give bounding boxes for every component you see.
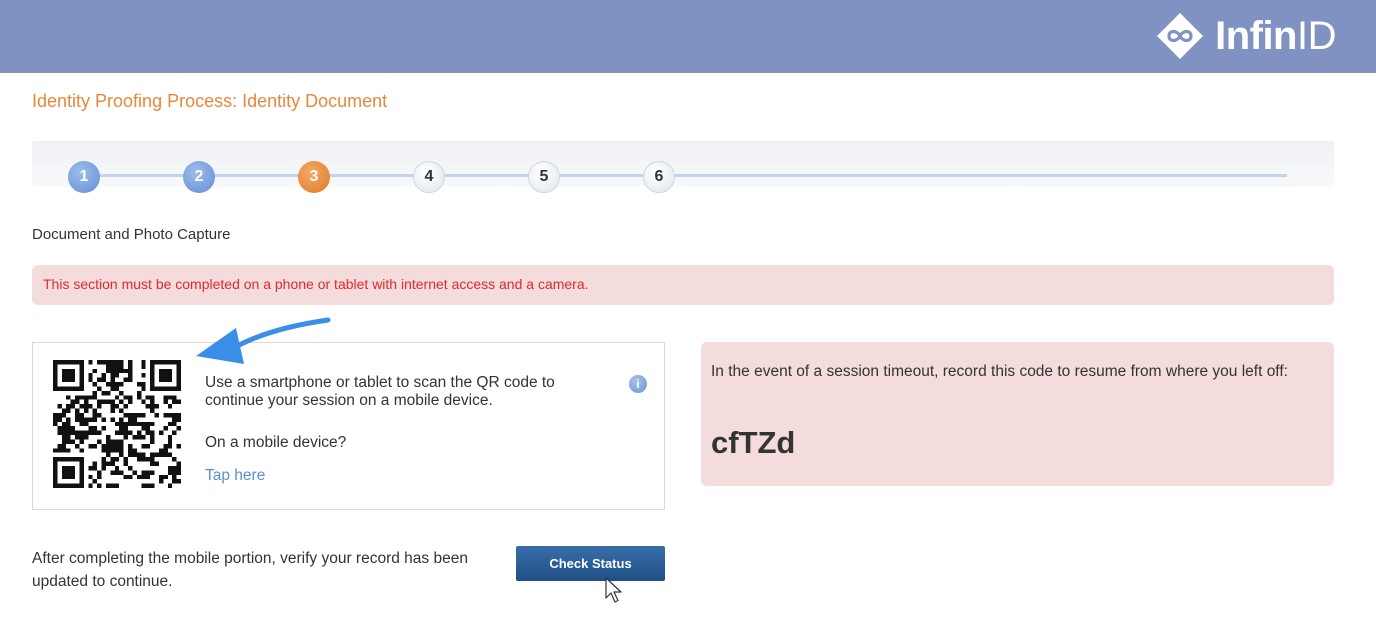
step-3: 3 [298,161,330,193]
tap-here-link[interactable]: Tap here [205,467,265,485]
qr-panel: Use a smartphone or tablet to scan the Q… [32,342,665,510]
session-code-panel: In the event of a session timeout, recor… [701,342,1334,486]
info-icon[interactable]: i [629,375,647,393]
qr-code [53,360,181,488]
section-label: Document and Photo Capture [32,226,231,243]
session-code: cfTZd [711,425,796,460]
step-1: 1 [68,161,100,193]
requirement-alert: This section must be completed on a phon… [32,265,1334,305]
infinid-logo: InfinID [1155,11,1337,61]
check-status-button[interactable]: Check Status [516,546,665,581]
step-4: 4 [413,161,445,193]
step-5: 5 [528,161,560,193]
arrow-annotation-icon [196,317,331,364]
mobile-question: On a mobile device? [205,434,347,451]
logo-wordmark: InfinID [1215,14,1336,59]
app-header: InfinID [0,0,1376,73]
verify-instruction: After completing the mobile portion, ver… [32,550,468,590]
step-2: 2 [183,161,215,193]
alert-text: This section must be completed on a phon… [43,276,589,292]
session-instruction: In the event of a session timeout, recor… [711,363,1288,380]
mouse-pointer-icon [605,577,622,603]
page-title: Identity Proofing Process: Identity Docu… [32,91,388,111]
step-6: 6 [643,161,675,193]
progress-stepper: 1 2 3 4 5 6 [32,141,1334,193]
logo-text-bold: Infin [1215,13,1297,58]
infinity-diamond-icon [1157,13,1204,59]
stepper-track [80,174,1287,177]
logo-text-light: ID [1297,13,1337,58]
